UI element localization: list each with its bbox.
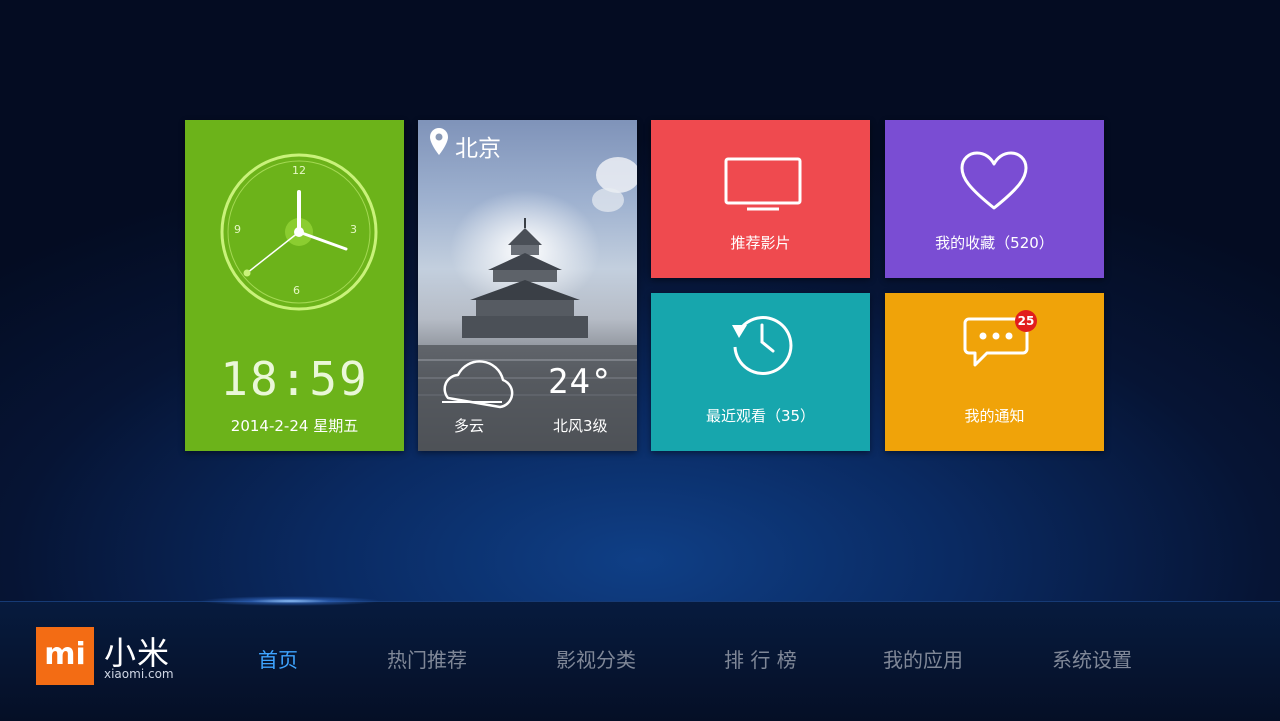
recently-watched-tile[interactable]: 最近观看（35） <box>651 293 870 451</box>
nav-item-home[interactable]: 首页 <box>258 644 298 673</box>
favorites-label: 我的收藏（520） <box>935 234 1054 252</box>
notification-count-badge: 25 <box>1015 310 1037 332</box>
nav-item-settings[interactable]: 系统设置 <box>1052 644 1132 673</box>
notifications-label: 我的通知 <box>964 407 1025 425</box>
clock-date: 2014-2-24 星期五 <box>230 417 359 435</box>
nav-item-hot-recommend[interactable]: 热门推荐 <box>387 644 467 673</box>
dial-number-6: 6 <box>293 284 300 297</box>
active-nav-glow <box>200 596 380 606</box>
recommended-movies-label: 推荐影片 <box>730 234 791 252</box>
mi-logo-text: mi <box>44 637 86 672</box>
notifications-tile[interactable]: 我的通知 <box>885 293 1104 451</box>
digital-time: 18:59 <box>220 352 369 406</box>
favorites-tile[interactable]: 我的收藏（520） <box>885 120 1104 278</box>
location-pin-icon <box>430 128 448 155</box>
weather-condition: 多云 <box>454 417 485 435</box>
recently-watched-label: 最近观看（35） <box>705 407 816 425</box>
brand-url: xiaomi.com <box>104 667 174 681</box>
mi-logo: mi <box>36 627 94 685</box>
dial-number-12: 12 <box>292 164 306 177</box>
history-clock-icon <box>732 316 793 375</box>
nav-item-categories[interactable]: 影视分类 <box>556 644 636 673</box>
dial-number-3: 3 <box>350 223 357 236</box>
dial-number-9: 9 <box>234 223 241 236</box>
nav-item-my-apps[interactable]: 我的应用 <box>883 644 963 673</box>
weather-city: 北京 <box>455 136 501 162</box>
weather-wind: 北风3级 <box>553 417 608 435</box>
tv-icon <box>724 157 802 211</box>
recommended-movies-tile[interactable]: 推荐影片 <box>651 120 870 278</box>
nav-item-rankings[interactable]: 排 行 榜 <box>724 644 797 673</box>
heart-icon <box>960 151 1028 210</box>
weather-temperature: 24° <box>548 362 613 402</box>
